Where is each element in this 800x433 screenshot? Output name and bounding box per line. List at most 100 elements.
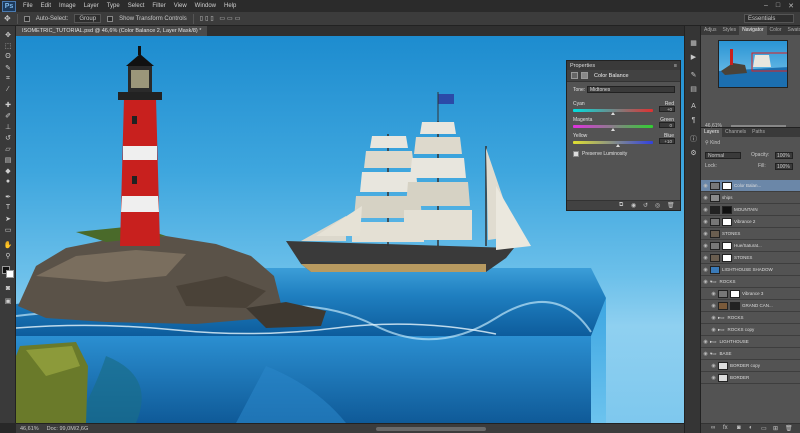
eye-icon[interactable]: ◉ (701, 243, 710, 249)
layer-group-row[interactable]: ◉ ▾▭ ROCKS (701, 276, 800, 288)
mask-icon[interactable] (581, 72, 588, 79)
layer-row[interactable]: ◉ STONES (701, 228, 800, 240)
path-select-tool-icon[interactable]: ➤ (3, 214, 13, 223)
tab-channels[interactable]: Channels (722, 128, 749, 137)
menu-image[interactable]: Image (55, 3, 80, 9)
visibility-icon[interactable]: ◎ (655, 202, 660, 209)
screen-mode-icon[interactable]: ▣ (3, 296, 13, 305)
menu-window[interactable]: Window (191, 3, 220, 9)
new-adjustment-icon[interactable]: ◐ (749, 425, 753, 431)
layer-row[interactable]: ◉ Hue/Saturat... (701, 240, 800, 252)
cyan-red-slider-thumb[interactable] (611, 112, 615, 115)
tab-adjustments[interactable]: Adjus (701, 26, 720, 35)
yellow-blue-slider[interactable] (573, 141, 653, 144)
healing-tool-icon[interactable]: ✚ (3, 100, 13, 109)
layer-row[interactable]: ◉ GRAND CAN... (701, 300, 800, 312)
show-transform-checkbox[interactable] (107, 15, 114, 22)
navigator-zoom-slider[interactable] (731, 125, 786, 127)
eye-icon[interactable]: ◉ (701, 231, 710, 237)
lasso-tool-icon[interactable]: ʘ (3, 52, 13, 61)
stamp-tool-icon[interactable]: ⊥ (3, 122, 13, 131)
minimize-icon[interactable]: – (764, 2, 768, 10)
auto-select-checkbox[interactable] (23, 15, 30, 22)
menu-select[interactable]: Select (124, 3, 149, 9)
menu-help[interactable]: Help (220, 3, 240, 9)
history-icon[interactable]: ▦ (689, 38, 698, 47)
eye-icon[interactable]: ◉ (701, 219, 710, 225)
new-layer-icon[interactable]: ⊞ (773, 425, 778, 432)
layer-row[interactable]: ◉ BORDER copy (701, 360, 800, 372)
zoom-level[interactable]: 46,61% (20, 426, 39, 432)
blur-tool-icon[interactable]: ◆ (3, 166, 13, 175)
quick-mask-icon[interactable]: ◙ (3, 284, 13, 293)
pen-tool-icon[interactable]: ✒ (3, 192, 13, 201)
eraser-tool-icon[interactable]: ▱ (3, 144, 13, 153)
horizontal-scrollbar[interactable] (376, 427, 486, 431)
maximize-icon[interactable]: □ (776, 2, 780, 10)
actions-icon[interactable]: ▶ (689, 52, 698, 61)
blend-mode-dropdown[interactable]: Normal (705, 152, 741, 159)
layer-row[interactable]: ◉ Vibrance 2 (701, 216, 800, 228)
clip-icon[interactable]: ⧉ (619, 202, 623, 209)
layer-group-row[interactable]: ◉ ▾▭ BASE (701, 348, 800, 360)
fx-icon[interactable]: fx (723, 425, 728, 431)
kind-filter[interactable]: ⚲ Kind (705, 140, 720, 146)
preserve-luminosity-checkbox[interactable] (573, 151, 579, 157)
eye-icon[interactable]: ◉ (701, 339, 710, 345)
character-icon[interactable]: A (689, 102, 698, 111)
shape-tool-icon[interactable]: ▭ (3, 225, 13, 234)
new-group-icon[interactable]: ▭ (761, 425, 767, 432)
eye-icon[interactable]: ◉ (709, 291, 718, 297)
layer-row[interactable]: ◉ Color Balan... (701, 180, 800, 192)
eye-icon[interactable]: ◉ (701, 351, 710, 357)
navigator-preview[interactable] (718, 40, 788, 88)
menu-filter[interactable]: Filter (148, 3, 169, 9)
zoom-tool-icon[interactable]: ⚲ (3, 251, 13, 260)
align-icons[interactable]: ▯▯▯ ▭▭▭ (200, 15, 243, 22)
tab-layers[interactable]: Layers (701, 128, 723, 137)
opacity-input[interactable]: 100% (775, 152, 793, 159)
paragraph-icon[interactable]: ¶ (689, 116, 698, 125)
tab-styles[interactable]: Styles (720, 26, 740, 35)
trash-icon[interactable]: 🗑 (785, 425, 793, 432)
eye-icon[interactable]: ◉ (709, 363, 718, 369)
eye-icon[interactable]: ◉ (709, 327, 718, 333)
eye-icon[interactable]: ◉ (701, 255, 710, 261)
document-tab[interactable]: ISOMETRIC_TUTORIAL.psd @ 46,6% (Color Ba… (16, 26, 208, 36)
move-tool-icon[interactable]: ✥ (4, 14, 11, 23)
menu-type[interactable]: Type (103, 3, 124, 9)
dodge-tool-icon[interactable]: ● (3, 177, 13, 186)
fill-input[interactable]: 100% (775, 163, 793, 170)
layer-group-row[interactable]: ◉ ▸▭ LIGHTHOUSE (701, 336, 800, 348)
brush-presets-icon[interactable]: ✎ (689, 70, 698, 79)
layer-row[interactable]: ◉ MOUNTAIN (701, 204, 800, 216)
view-previous-icon[interactable]: ◉ (631, 202, 636, 209)
add-mask-icon[interactable]: ◙ (737, 425, 741, 431)
brush-panel-icon[interactable]: ▤ (689, 84, 698, 93)
magenta-green-value[interactable]: 0 (659, 122, 675, 128)
menu-layer[interactable]: Layer (80, 3, 103, 9)
move-tool-icon[interactable]: ✥ (3, 30, 13, 39)
hand-tool-icon[interactable]: ✋ (3, 240, 13, 249)
layer-row[interactable]: ◉ Vibrance 3 (701, 288, 800, 300)
trash-icon[interactable]: 🗑 (667, 202, 675, 209)
marquee-tool-icon[interactable]: ⬚ (3, 41, 13, 50)
tab-swatches[interactable]: Swatch (785, 26, 800, 35)
cyan-red-value[interactable]: +0 (659, 106, 675, 112)
info-icon[interactable]: ⓘ (689, 134, 698, 143)
doc-info[interactable]: Doc: 99,0M/2,6G (47, 426, 89, 432)
layer-row[interactable]: ◉ BORDER (701, 372, 800, 384)
quick-select-tool-icon[interactable]: ✎ (3, 63, 13, 72)
magenta-green-slider-thumb[interactable] (611, 128, 615, 131)
yellow-blue-slider-thumb[interactable] (616, 144, 620, 147)
type-tool-icon[interactable]: T (3, 203, 13, 212)
layer-group-row[interactable]: ◉ ▸▭ ROCKS (701, 312, 800, 324)
tone-dropdown[interactable]: Midtones (587, 86, 675, 93)
tab-color[interactable]: Color (767, 26, 785, 35)
panel-menu-icon[interactable]: ≡ (674, 63, 677, 69)
eye-icon[interactable]: ◉ (701, 279, 710, 285)
brush-tool-icon[interactable]: ✐ (3, 111, 13, 120)
eye-icon[interactable]: ◉ (701, 195, 710, 201)
reset-icon[interactable]: ↺ (643, 202, 648, 209)
link-icon[interactable]: ∞ (711, 425, 715, 431)
